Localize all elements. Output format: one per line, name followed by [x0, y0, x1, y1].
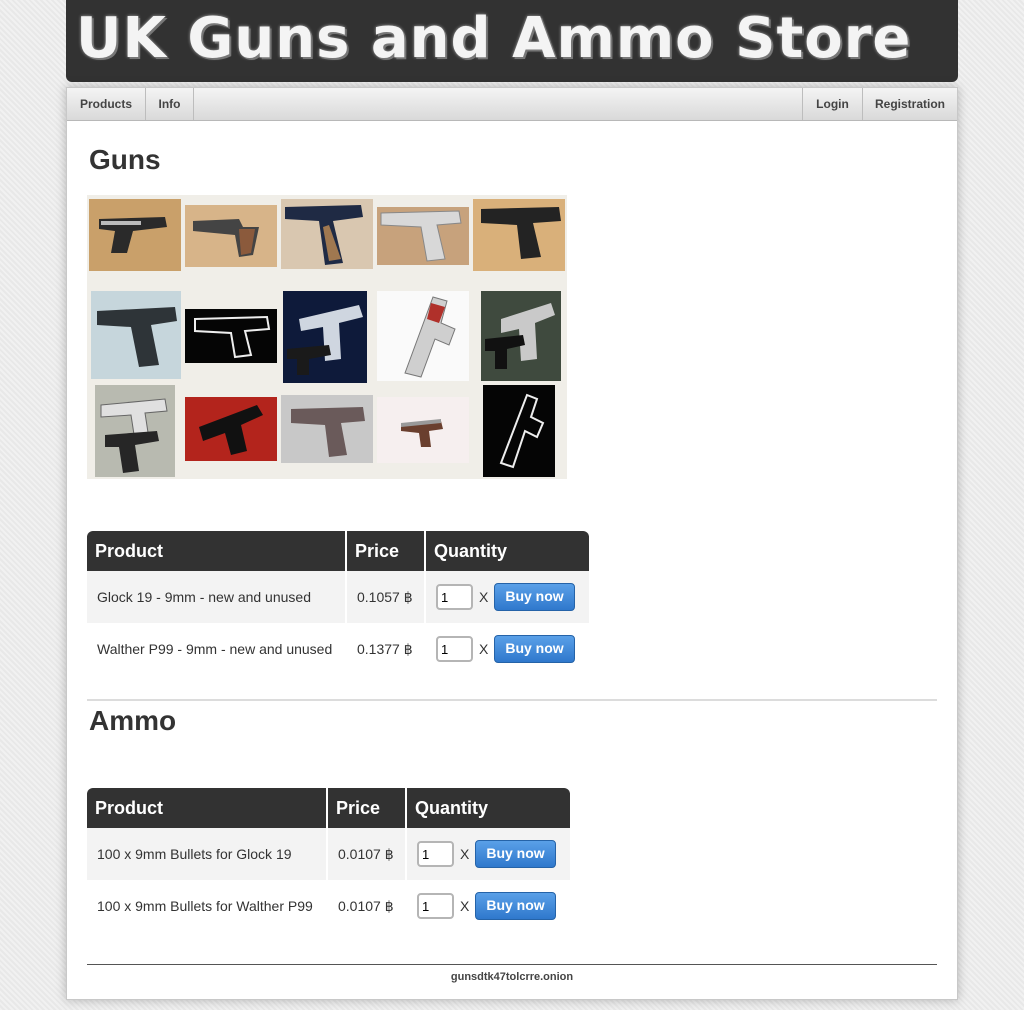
column-header-price: Price: [328, 788, 405, 828]
gun-image: [279, 289, 375, 383]
navbar: Products Info Login Registration: [67, 88, 957, 121]
table-row: 100 x 9mm Bullets for Walther P99 0.0107…: [87, 880, 570, 932]
column-header-price: Price: [347, 531, 424, 571]
section-divider: [87, 699, 937, 701]
footer-divider: [87, 964, 937, 965]
column-header-product: Product: [87, 531, 345, 571]
gun-image: [471, 289, 567, 383]
nav-registration[interactable]: Registration: [862, 88, 957, 120]
gun-image: [183, 197, 279, 291]
multiply-sign: X: [479, 641, 489, 657]
site-title: UK Guns and Ammo Store: [76, 6, 912, 71]
quantity-input[interactable]: [417, 893, 454, 919]
nav-products[interactable]: Products: [67, 88, 146, 120]
gun-image: [183, 289, 279, 383]
nav-login[interactable]: Login: [802, 88, 862, 120]
footer-onion-address: gunsdtk47tolcrre.onion: [450, 971, 574, 983]
gun-image: [375, 289, 471, 383]
product-name: 100 x 9mm Bullets for Glock 19: [87, 828, 326, 880]
quantity-cell: X Buy now: [407, 880, 570, 932]
quantity-input[interactable]: [417, 841, 454, 867]
product-price: 0.1057 ฿: [347, 571, 424, 623]
guns-table: Product Price Quantity Glock 19 - 9mm - …: [85, 531, 591, 675]
gun-image: [87, 197, 183, 291]
quantity-cell: X Buy now: [426, 623, 589, 675]
product-name: Glock 19 - 9mm - new and unused: [87, 571, 345, 623]
ammo-table: Product Price Quantity 100 x 9mm Bullets…: [85, 788, 572, 932]
gun-image: [87, 383, 183, 477]
table-row: Glock 19 - 9mm - new and unused 0.1057 ฿…: [87, 571, 589, 623]
column-header-quantity: Quantity: [426, 531, 589, 571]
guns-heading: Guns: [89, 144, 161, 175]
buy-now-button[interactable]: Buy now: [475, 840, 556, 868]
gun-image: [87, 289, 183, 383]
gun-image: [279, 197, 375, 291]
nav-info[interactable]: Info: [146, 88, 194, 120]
quantity-input[interactable]: [436, 584, 473, 610]
product-price: 0.1377 ฿: [357, 640, 413, 657]
gun-image: [279, 383, 375, 477]
buy-now-button[interactable]: Buy now: [494, 583, 575, 611]
quantity-cell: X Buy now: [426, 571, 589, 623]
product-name: Walther P99 - 9mm - new and unused: [97, 641, 333, 657]
product-name: 100 x 9mm Bullets for Walther P99: [97, 898, 313, 914]
gun-image: [471, 197, 567, 291]
quantity-input[interactable]: [436, 636, 473, 662]
multiply-sign: X: [479, 589, 489, 605]
product-price: 0.0107 ฿: [328, 828, 405, 880]
gun-image: [375, 383, 471, 477]
multiply-sign: X: [460, 846, 470, 862]
gun-gallery: [87, 195, 567, 479]
table-row: 100 x 9mm Bullets for Glock 19 0.0107 ฿ …: [87, 828, 570, 880]
buy-now-button[interactable]: Buy now: [475, 892, 556, 920]
gun-image: [471, 383, 567, 477]
column-header-product: Product: [87, 788, 326, 828]
product-price: 0.0107 ฿: [338, 897, 394, 914]
ammo-heading: Ammo: [89, 705, 177, 736]
table-row: Walther P99 - 9mm - new and unused 0.137…: [87, 623, 589, 675]
page-container: Products Info Login Registration Guns Pr…: [66, 87, 958, 1000]
column-header-quantity: Quantity: [407, 788, 570, 828]
gun-image: [183, 383, 279, 477]
gun-image: [375, 197, 471, 291]
multiply-sign: X: [460, 898, 470, 914]
site-banner: UK Guns and Ammo Store: [66, 0, 958, 82]
buy-now-button[interactable]: Buy now: [494, 635, 575, 663]
quantity-cell: X Buy now: [407, 828, 570, 880]
